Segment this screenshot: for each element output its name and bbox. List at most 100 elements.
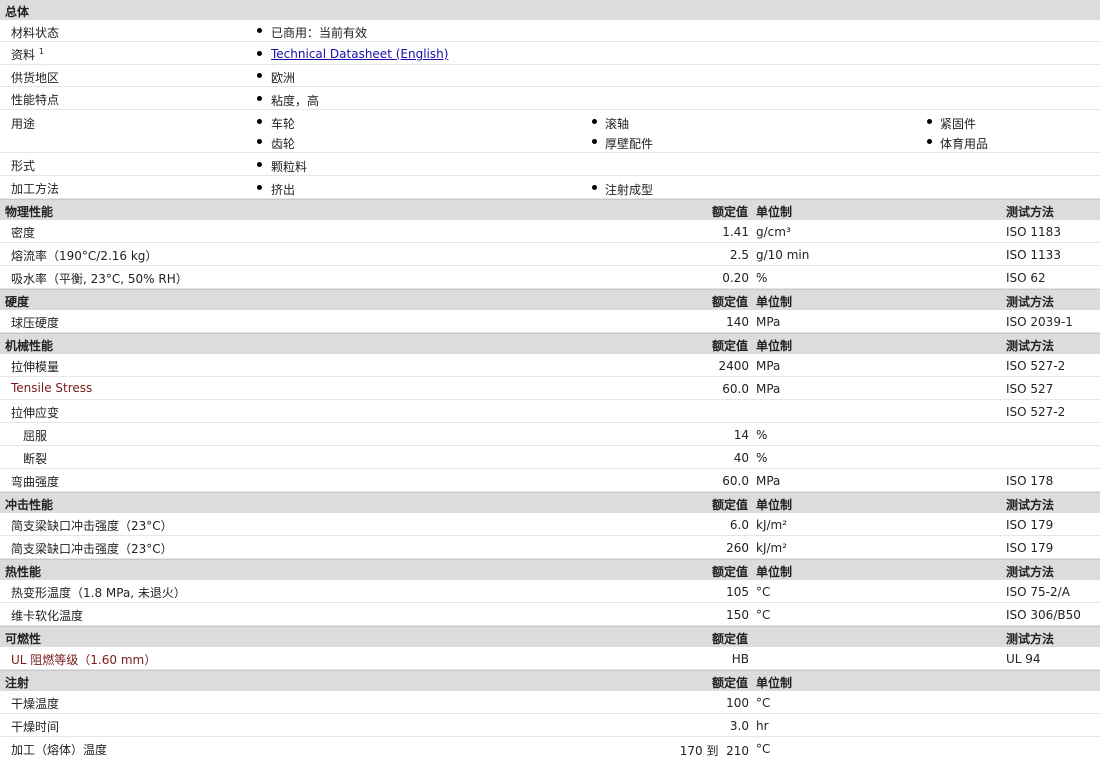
property-unit: MPa (756, 315, 781, 329)
property-value: HB (731, 652, 749, 666)
header-unit: 单位制 (756, 565, 793, 579)
property-label: 拉伸应变 (11, 406, 60, 420)
property-label: 维卡软化温度 (11, 609, 84, 623)
section-header-flammability: 可燃性 额定值 测试方法 (0, 626, 1100, 647)
property-row: 熔流率（190°C/2.16 kg） 2.5 g/10 min ISO 1133 (0, 243, 1100, 266)
bullet-icon (257, 73, 262, 78)
general-item: 挤出 (271, 183, 296, 197)
property-value: 2.5 (729, 248, 749, 262)
property-value: 6.0 (729, 518, 749, 532)
property-unit: hr (756, 719, 769, 733)
header-test-method: 测试方法 (1006, 565, 1055, 579)
general-item: 车轮 (271, 117, 296, 131)
property-unit: °C (756, 585, 771, 599)
header-unit: 单位制 (756, 295, 793, 309)
header-nominal: 额定值 (711, 565, 748, 579)
property-label: 密度 (11, 226, 36, 240)
property-row: 拉伸应变 ISO 527-2 (0, 400, 1100, 423)
section-title: 可燃性 (5, 632, 42, 646)
row-label: 性能特点 (11, 93, 60, 107)
header-nominal: 额定值 (711, 339, 748, 353)
property-row: 干燥温度 100 °C (0, 691, 1100, 714)
header-test-method: 测试方法 (1006, 205, 1055, 219)
header-nominal: 额定值 (711, 498, 748, 512)
general-row-form: 形式 颗粒料 (0, 153, 1100, 176)
header-nominal: 额定值 (711, 205, 748, 219)
property-label: 吸水率（平衡, 23°C, 50% RH） (11, 272, 188, 286)
section-title: 硬度 (5, 295, 30, 309)
property-row: 弯曲强度 60.0 MPa ISO 178 (0, 469, 1100, 492)
general-item: 紧固件 (940, 117, 977, 131)
property-unit: % (756, 271, 768, 285)
section-title: 热性能 (5, 565, 42, 579)
property-row: Tensile Stress 60.0 MPa ISO 527 (0, 377, 1100, 400)
property-label: 热变形温度（1.8 MPa, 未退火） (11, 586, 186, 600)
property-label: 球压硬度 (11, 316, 60, 330)
property-value: 170 到 210 (679, 744, 749, 758)
property-unit: °C (756, 742, 771, 756)
property-unit: MPa (756, 359, 781, 373)
general-item: 厚壁配件 (605, 137, 654, 151)
header-nominal: 额定值 (711, 295, 748, 309)
bullet-icon (927, 139, 932, 144)
general-row-region: 供货地区 欧洲 (0, 65, 1100, 87)
bullet-icon (257, 185, 262, 190)
section-header-mechanical: 机械性能 额定值 单位制 测试方法 (0, 333, 1100, 354)
header-nominal: 额定值 (711, 676, 748, 690)
section-title: 物理性能 (5, 205, 54, 219)
property-test-method: ISO 527-2 (1006, 359, 1066, 373)
property-row: 拉伸模量 2400 MPa ISO 527-2 (0, 354, 1100, 377)
property-value: 40 (733, 451, 749, 465)
general-item: 滚轴 (605, 117, 630, 131)
property-value: 105 (726, 585, 749, 599)
property-row: 简支梁缺口冲击强度（23°C） 6.0 kJ/m² ISO 179 (0, 513, 1100, 536)
technical-datasheet-link[interactable]: Technical Datasheet (English) (271, 47, 448, 61)
property-row: 维卡软化温度 150 °C ISO 306/B50 (0, 603, 1100, 626)
header-unit: 单位制 (756, 205, 793, 219)
property-unit: °C (756, 696, 771, 710)
property-label: 加工（熔体）温度 (11, 743, 108, 757)
property-test-method: ISO 75-2/A (1006, 585, 1070, 599)
property-test-method: ISO 1183 (1006, 225, 1061, 239)
property-test-method: ISO 179 (1006, 518, 1054, 532)
header-unit: 单位制 (756, 339, 793, 353)
property-unit: g/10 min (756, 248, 810, 262)
general-row-status: 材料状态 已商用：当前有效 (0, 20, 1100, 42)
bullet-icon (592, 185, 597, 190)
header-unit: 单位制 (756, 498, 793, 512)
property-value: 140 (726, 315, 749, 329)
property-value: 100 (726, 696, 749, 710)
property-unit: MPa (756, 474, 781, 488)
row-label: 资料 1 (11, 47, 44, 62)
property-label: 拉伸模量 (11, 360, 60, 374)
section-title: 注射 (5, 676, 30, 690)
property-value: 1.41 (722, 225, 749, 239)
property-row: 简支梁缺口冲击强度（23°C） 260 kJ/m² ISO 179 (0, 536, 1100, 559)
bullet-icon (592, 139, 597, 144)
property-test-method: ISO 62 (1006, 271, 1046, 285)
property-value: 3.0 (729, 719, 749, 733)
header-test-method: 测试方法 (1006, 632, 1055, 646)
property-test-method: UL 94 (1006, 652, 1041, 666)
bullet-icon (592, 119, 597, 124)
general-row-datasheet: 资料 1 Technical Datasheet (English) (0, 42, 1100, 65)
header-test-method: 测试方法 (1006, 295, 1055, 309)
property-value: 260 (726, 541, 749, 555)
property-label: UL 阻燃等级（1.60 mm） (11, 653, 157, 667)
row-label: 材料状态 (11, 26, 60, 40)
general-item: 体育用品 (940, 137, 989, 151)
property-test-method: ISO 1133 (1006, 248, 1061, 262)
property-label: 干燥时间 (11, 720, 60, 734)
property-label: 弯曲强度 (11, 475, 60, 489)
property-value: 14 (733, 428, 749, 442)
property-test-method: ISO 306/B50 (1006, 608, 1081, 622)
property-value: 60.0 (722, 474, 749, 488)
property-row: 加工（熔体）温度 170 到 210 °C (0, 737, 1100, 760)
bullet-icon (927, 119, 932, 124)
property-unit: % (756, 451, 768, 465)
section-header-injection: 注射 额定值 单位制 (0, 670, 1100, 691)
property-label: Tensile Stress (11, 381, 93, 395)
header-test-method: 测试方法 (1006, 339, 1055, 353)
property-test-method: ISO 527 (1006, 382, 1054, 396)
general-item: 齿轮 (271, 137, 296, 151)
